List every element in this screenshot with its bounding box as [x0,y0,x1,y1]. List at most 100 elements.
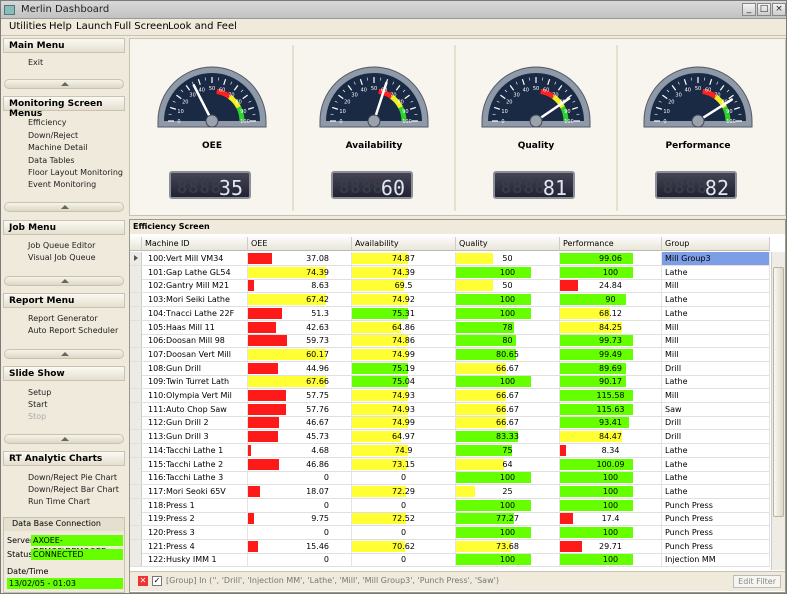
row-indicator[interactable] [130,320,142,334]
section-monitoring-screen-menus[interactable]: Monitoring Screen Menus [3,96,125,119]
row-indicator[interactable] [130,457,142,471]
menu-item-down-reject-bar[interactable]: Down/Reject Bar Chart [28,485,119,494]
row-indicator[interactable] [130,279,142,293]
table-row[interactable]: 116:Tacchi Lathe 3 0 0 100 100 Lathe [130,471,770,486]
collapse-report-menu[interactable] [4,349,124,359]
header-oee[interactable]: OEE [248,237,352,251]
menu-help[interactable]: Help [49,21,72,32]
header-availability[interactable]: Availability [352,237,456,251]
cell-perf: 93.41 [560,416,662,430]
menu-item-exit[interactable]: Exit [28,58,43,67]
row-indicator[interactable] [130,375,142,389]
table-row[interactable]: 104:Tnacci Lathe 22F 51.3 75.31 100 68.12 Lat… [130,306,770,321]
menu-full-screen[interactable]: Full Screen [114,21,169,32]
row-indicator[interactable] [130,484,142,498]
table-row[interactable]: 111:Auto Chop Saw 57.76 74.93 66.67 115.63 Sa… [130,402,770,417]
minimize-button[interactable]: _ [742,3,756,16]
row-indicator[interactable] [130,539,142,553]
row-indicator[interactable] [130,306,142,320]
cell-value: 84.47 [599,432,622,442]
table-row[interactable]: 110:Olympia Vert Mil 57.75 74.93 66.67 115.5… [130,389,770,403]
menu-item-machine-detail[interactable]: Machine Detail [28,143,88,152]
title-bar[interactable]: Merlin Dashboard _ □ × [1,1,786,19]
app-icon [4,5,15,15]
table-row[interactable]: 108:Gun Drill 44.96 75.19 66.67 89.69 Drill [130,361,770,376]
menu-item-event-monitoring[interactable]: Event Monitoring [28,180,96,189]
clear-filter-icon[interactable]: ✕ [138,576,148,586]
menu-item-setup[interactable]: Setup [28,388,51,397]
table-row[interactable]: 121:Press 4 15.46 70.62 73.68 29.71 Punch Pre… [130,539,770,554]
menu-utilities[interactable]: Utilities [9,21,47,32]
collapse-main-menu[interactable] [4,79,124,89]
header-machine-id[interactable]: Machine ID [142,237,248,251]
section-report-menu[interactable]: Report Menu [3,293,125,308]
collapse-monitoring[interactable] [4,202,124,212]
cell-avail: 74.92 [352,293,456,307]
table-row[interactable]: 103:Mori Seiki Lathe 67.42 74.92 100 90 Lathe [130,293,770,308]
row-indicator[interactable] [130,293,142,307]
menu-item-start[interactable]: Start [28,400,48,409]
close-button[interactable]: × [772,3,786,16]
filter-enabled-checkbox[interactable]: ✓ [152,576,162,586]
section-job-menu[interactable]: Job Menu [3,220,125,235]
collapse-slide-show[interactable] [4,434,124,444]
menu-item-efficiency[interactable]: Efficiency [28,118,67,127]
table-row[interactable]: 113:Gun Drill 3 45.73 64.97 83.33 84.47 Drill [130,430,770,445]
section-slide-show[interactable]: Slide Show [3,366,125,381]
table-row[interactable]: 112:Gun Drill 2 46.67 74.99 66.67 93.41 Drill [130,416,770,431]
row-indicator[interactable] [130,361,142,375]
table-row[interactable]: 107:Doosan Vert Mill 60.17 74.99 80.65 99.49… [130,347,770,362]
table-row[interactable]: 105:Haas Mill 11 42.63 64.86 78 84.25 Mill [130,320,770,335]
menu-item-auto-report-scheduler[interactable]: Auto Report Scheduler [28,326,118,335]
table-row[interactable]: 100:Vert Mill VM34 37.08 74.87 50 99.06 Mill … [130,252,770,266]
row-indicator[interactable] [130,347,142,361]
section-rt-analytic-charts[interactable]: RT Analytic Charts [3,451,125,466]
table-row[interactable]: 102:Gantry Mill M21 8.63 69.5 50 24.84 Mill [130,279,770,294]
menu-item-run-time-chart[interactable]: Run Time Chart [28,497,90,506]
header-quality[interactable]: Quality [456,237,560,251]
maximize-button[interactable]: □ [757,3,771,16]
table-row[interactable]: 114:Tacchi Lathe 1 4.68 74.9 75 8.34 Lathe [130,443,770,458]
menu-item-down-reject[interactable]: Down/Reject [28,131,78,140]
menu-item-data-tables[interactable]: Data Tables [28,156,75,165]
table-row[interactable]: 122:Husky IMM 1 0 0 100 100 Injection MM [130,553,770,568]
gauge-scale-label: 70 [714,92,720,98]
row-indicator[interactable] [130,334,142,348]
header-performance[interactable]: Performance [560,237,662,251]
row-indicator[interactable] [130,526,142,539]
cell-group: Punch Press [662,539,770,553]
row-indicator[interactable] [130,430,142,444]
row-indicator[interactable] [130,443,142,457]
table-row[interactable]: 101:Gap Lathe GL54 74.39 74.39 100 100 Lathe [130,265,770,280]
menu-item-floor-layout[interactable]: Floor Layout Monitoring [28,168,123,177]
menu-look-and-feel[interactable]: Look and Feel [168,21,237,32]
edit-filter-button[interactable]: Edit Filter [733,575,781,588]
menu-item-job-queue-editor[interactable]: Job Queue Editor [28,241,95,250]
collapse-job-menu[interactable] [4,276,124,286]
table-row[interactable]: 118:Press 1 0 0 100 100 Punch Press [130,498,770,513]
header-group[interactable]: Group [662,237,770,251]
grid-vertical-scrollbar[interactable] [771,252,785,570]
table-row[interactable]: 109:Twin Turret Lath 67.66 75.04 100 90.17 La… [130,375,770,390]
table-row[interactable]: 119:Press 2 9.75 72.52 77.27 17.4 Punch Press [130,512,770,527]
row-indicator[interactable] [130,553,142,567]
table-row[interactable]: 120:Press 3 0 0 100 100 Punch Press [130,526,770,540]
row-indicator[interactable] [130,389,142,402]
scrollbar-thumb[interactable] [773,267,784,517]
row-indicator[interactable] [130,416,142,430]
section-main-menu[interactable]: Main Menu [3,38,125,53]
row-indicator[interactable] [130,512,142,526]
menu-item-down-reject-pie[interactable]: Down/Reject Pie Chart [28,473,117,482]
table-row[interactable]: 117:Mori Seoki 65V 18.07 72.29 25 100 Lathe [130,484,770,499]
menu-item-visual-job-queue[interactable]: Visual Job Queue [28,253,96,262]
menu-launch[interactable]: Launch [76,21,112,32]
row-indicator[interactable] [130,498,142,512]
table-row[interactable]: 115:Tacchi Lathe 2 46.86 73.15 64 100.09 Lath… [130,457,770,472]
row-indicator[interactable] [130,252,142,265]
menu-item-report-generator[interactable]: Report Generator [28,314,98,323]
cell-value: 67.66 [306,377,329,387]
table-row[interactable]: 106:Doosan Mill 98 59.73 74.86 80 99.73 Mill [130,334,770,349]
row-indicator[interactable] [130,402,142,416]
row-indicator[interactable] [130,471,142,485]
row-indicator[interactable] [130,265,142,279]
